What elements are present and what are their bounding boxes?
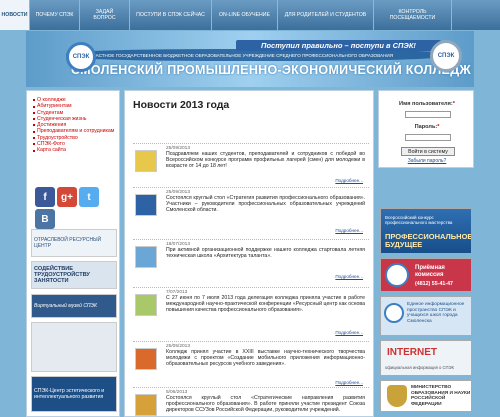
admission-title: Приёмная комиссия <box>415 265 445 278</box>
tab-online-learning[interactable]: ON-LINE ОБУЧЕНИЕ <box>212 0 278 30</box>
coat-of-arms-icon <box>387 385 407 407</box>
news-item: 25/09/2013 Состоялся круглый стол «Страт… <box>133 187 369 237</box>
ministry-banner[interactable]: МИНИСТЕРСТВО ОБРАЗОВАНИЯ И НАУКИ РОССИЙС… <box>380 380 472 412</box>
password-label: Пароль:* <box>414 124 440 130</box>
google-plus-icon[interactable]: g+ <box>57 187 77 207</box>
read-more-link[interactable]: Подробнее... <box>335 228 363 233</box>
college-emblem: СПЭК <box>430 40 462 72</box>
social-links: f g+ t B <box>35 187 111 229</box>
read-more-link[interactable]: Подробнее... <box>335 330 363 335</box>
virtual-museum-banner[interactable]: Виртуальный музей СПЭК <box>31 294 117 318</box>
news-text: С 27 июня по 7 июля 2013 года делегация … <box>166 295 365 313</box>
banner-slogan: Поступил правильно – поступи в СПЭК! <box>236 40 441 51</box>
news-thumbnail[interactable] <box>135 194 157 216</box>
news-thumbnail[interactable] <box>135 394 157 416</box>
left-sidebar: О колледже Абитуриентам Студентам Студен… <box>26 90 120 417</box>
news-thumbnail[interactable] <box>135 246 157 268</box>
news-text: Поздравляем наших студентов, преподавате… <box>166 151 365 169</box>
college-name: СМОЛЕНСКИЙ ПРОМЫШЛЕННО-ЭКОНОМИЧЕСКИЙ КОЛ… <box>71 63 471 77</box>
sidebar-menu: О колледже Абитуриентам Студентам Студен… <box>27 91 119 154</box>
admission-phone: (4812) 55-41-47 <box>415 281 453 287</box>
news-thumbnail[interactable] <box>135 348 157 370</box>
photo-banner[interactable] <box>31 322 117 372</box>
college-logo[interactable]: СПЭК <box>66 42 96 72</box>
twitter-icon[interactable]: t <box>79 187 99 207</box>
page-title: Новости 2013 года <box>133 99 230 111</box>
tab-attendance[interactable]: КОНТРОЛЬ ПОСЕЩАЕМОСТИ <box>374 0 452 30</box>
read-more-link[interactable]: Подробнее... <box>335 380 363 385</box>
news-thumbnail[interactable] <box>135 150 157 172</box>
ministry-text: МИНИСТЕРСТВО ОБРАЗОВАНИЯ И НАУКИ РОССИЙС… <box>411 385 471 407</box>
news-text: Состоялся круглый стол «Стратегические н… <box>166 395 365 413</box>
news-text: При активной организационной поддержке н… <box>166 247 365 259</box>
news-text: Состоялся круглый стол «Стратегия развит… <box>166 195 365 213</box>
admission-banner[interactable]: Приёмная комиссия (4812) 55-41-47 <box>380 258 472 292</box>
internet-banner[interactable]: INTERNET официальная информация о СПЭК <box>380 340 472 376</box>
sidebar-item-sitemap[interactable]: Карта сайта <box>33 147 119 153</box>
read-more-link[interactable]: Подробнее... <box>335 274 363 279</box>
main-content: Новости 2013 года 25/09/2013 Поздравляем… <box>124 90 374 417</box>
internet-logo: INTERNET <box>387 347 437 358</box>
tab-ask-question[interactable]: ЗАДАЙ ВОПРОС <box>80 0 130 30</box>
banner-headline: Профессиональное будущее <box>385 232 472 249</box>
news-item: 7/07/2013 С 27 июня по 7 июля 2013 года … <box>133 287 369 339</box>
news-thumbnail[interactable] <box>135 294 157 316</box>
spek-logo-icon <box>384 303 404 323</box>
username-label: Имя пользователя:* <box>399 101 455 107</box>
news-item: 5/06/2013 Состоялся круглый стол «Страте… <box>133 387 369 416</box>
tab-parents-students[interactable]: ДЛЯ РОДИТЕЛЕЙ И СТУДЕНТОВ <box>278 0 374 30</box>
login-button[interactable]: Войти в систему <box>401 147 455 156</box>
tab-why-spek[interactable]: ПОЧЕМУ СПЭК <box>30 0 80 30</box>
tab-apply-now[interactable]: ПОСТУПИ В СПЭК СЕЙЧАС <box>130 0 212 30</box>
news-text: Колледж принял участие в XXIII выставке … <box>166 349 365 367</box>
resource-center-banner[interactable]: ОТРАСЛЕВОЙ РЕСУРСНЫЙ ЦЕНТР <box>31 229 117 257</box>
vk-icon[interactable]: B <box>35 209 55 229</box>
unified-space-banner[interactable]: Единое информационное пространство СПЭК … <box>380 296 472 336</box>
login-form: Имя пользователя:* Пароль:* Войти в сист… <box>378 90 474 168</box>
employment-banner[interactable]: СОДЕЙСТВИЕ ТРУДОУСТРОЙСТВУ ЗАНЯТОСТИ <box>31 261 117 289</box>
unified-space-text: Единое информационное пространство СПЭК … <box>407 302 465 324</box>
username-field[interactable] <box>405 111 451 118</box>
top-navigation: НОВОСТИ ПОЧЕМУ СПЭК ЗАДАЙ ВОПРОС ПОСТУПИ… <box>0 0 500 30</box>
news-item: 18/07/2013 При активной организационной … <box>133 239 369 285</box>
read-more-link[interactable]: Подробнее... <box>335 178 363 183</box>
professional-future-banner[interactable]: Всероссийский конкурс профессионального … <box>380 208 472 254</box>
banner-subtitle: Областное государственное бюджетное обра… <box>86 53 394 58</box>
tab-news[interactable]: НОВОСТИ <box>0 0 30 30</box>
banner-caption: Всероссийский конкурс профессионального … <box>385 215 453 225</box>
password-field[interactable] <box>405 134 451 141</box>
internet-caption: официальная информация о СПЭК <box>385 365 454 370</box>
aesthetic-center-banner[interactable]: СПЭК-Центр эстетического и интеллектуаль… <box>31 376 117 412</box>
spek-logo-icon <box>385 263 409 287</box>
news-item: 25/05/2013 Колледж принял участие в XXII… <box>133 341 369 387</box>
facebook-icon[interactable]: f <box>35 187 55 207</box>
news-item: 25/09/2013 Поздравляем наших студентов, … <box>133 143 369 185</box>
right-sidebar: Имя пользователя:* Пароль:* Войти в сист… <box>378 90 474 417</box>
forgot-password-link[interactable]: Забыли пароль? <box>379 158 475 164</box>
